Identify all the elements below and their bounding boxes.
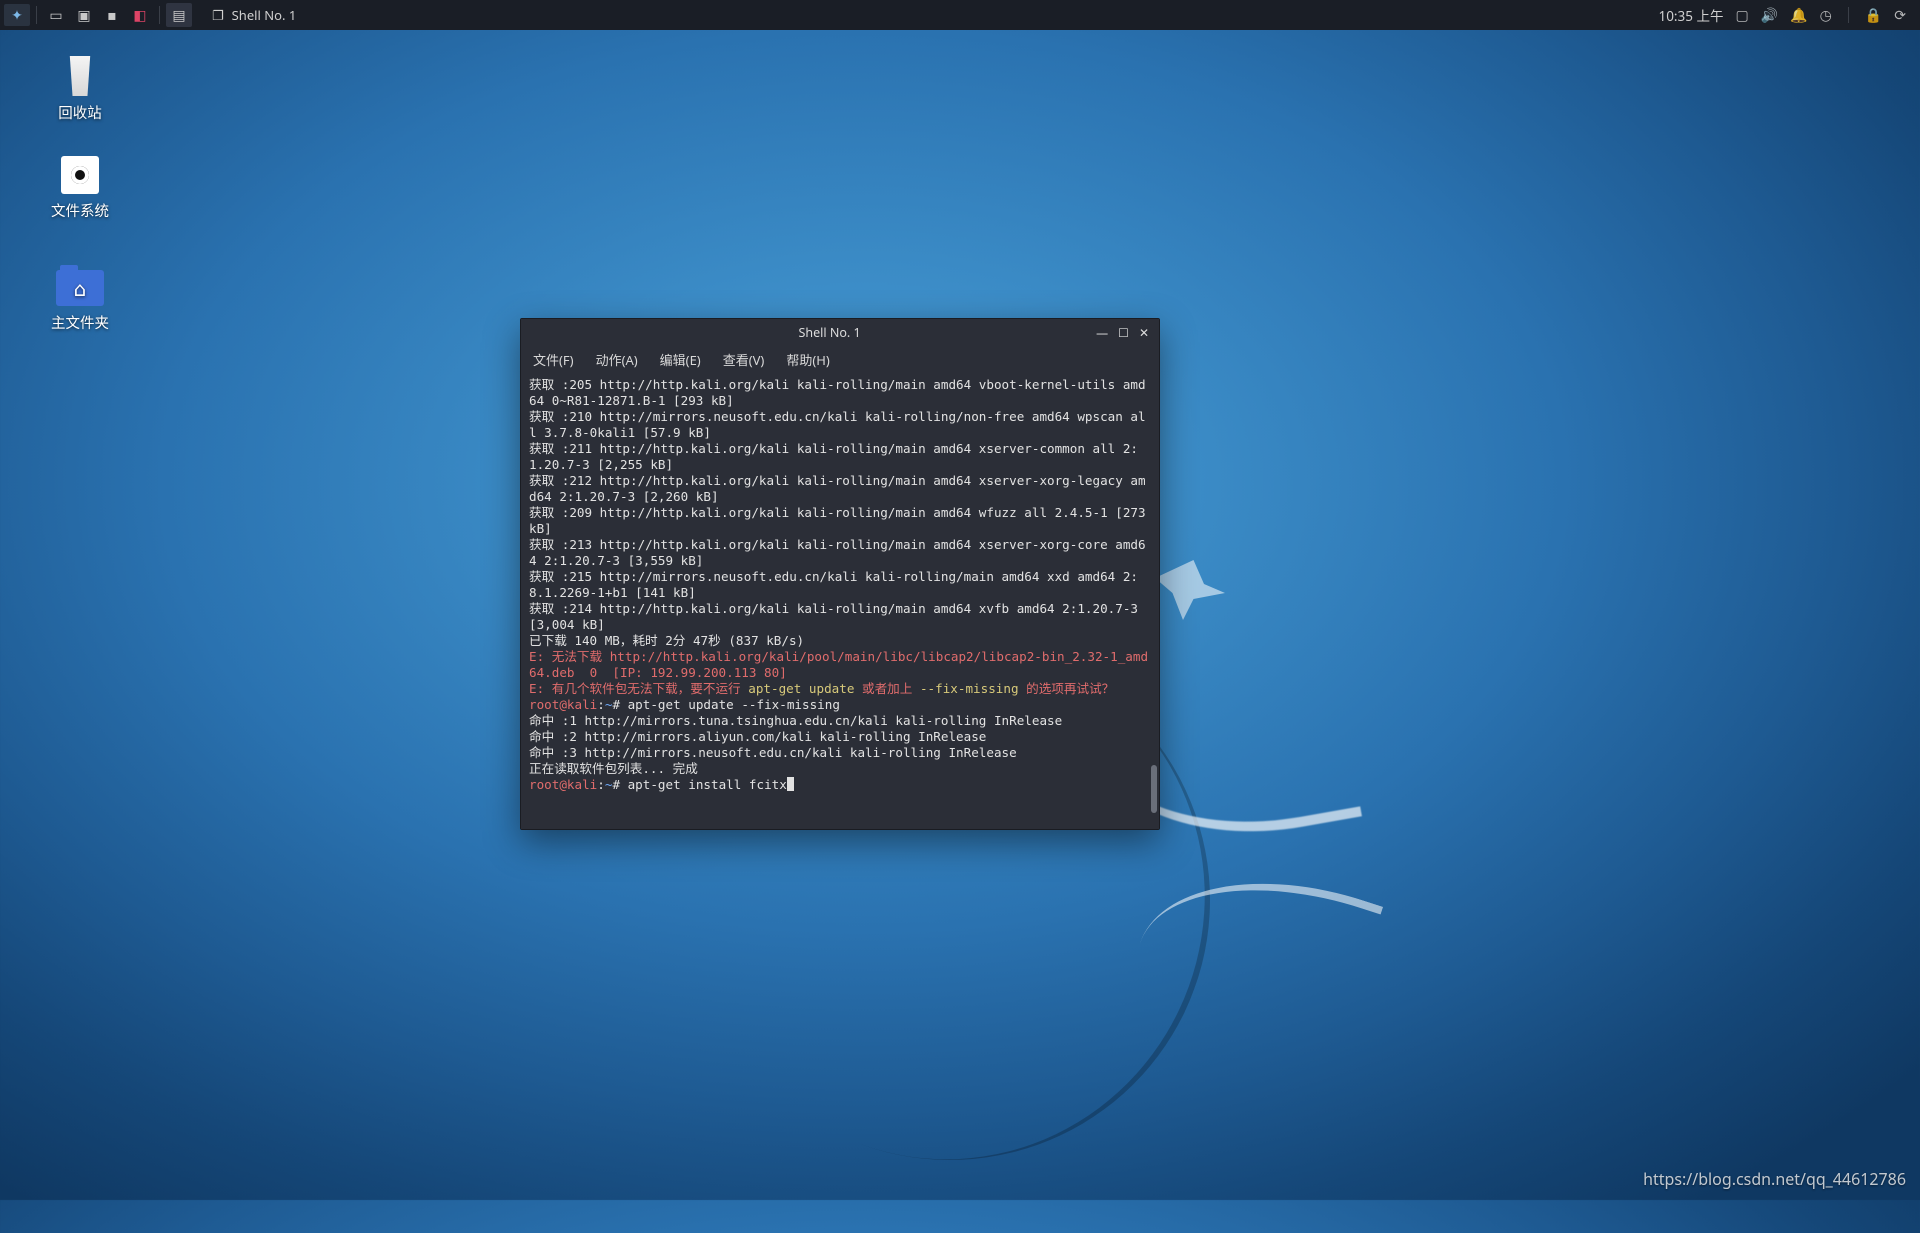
terminal-launcher-icon[interactable]: ▪ [99,4,125,26]
task-active-icon[interactable]: ▤ [166,3,192,27]
desktop-trash[interactable]: 回收站 [30,50,130,123]
menu-help[interactable]: 帮助(H) [786,350,829,369]
notification-icon[interactable]: 🔔 [1790,6,1807,25]
term-line: 获取 :210 http://mirrors.neusoft.edu.cn/ka… [529,409,1146,440]
kali-menu-icon[interactable]: ✦ [4,4,30,26]
terminal-titlebar[interactable]: Shell No. 1 — ☐ ✕ [521,319,1159,345]
wallpaper-decoration [1155,560,1225,620]
lock-icon[interactable]: 🔒 [1865,6,1882,25]
term-line: 命中 :1 http://mirrors.tuna.tsinghua.edu.c… [529,713,1062,728]
term-line-error: E: 有几个软件包无法下载，要不运行 [529,681,748,696]
logout-icon[interactable]: ⟳ [1894,6,1906,25]
minimize-button[interactable]: — [1096,324,1108,341]
watermark: https://blog.csdn.net/qq_44612786 [1643,1168,1906,1190]
terminal-menubar: 文件(F) 动作(A) 编辑(E) 查看(V) 帮助(H) [521,345,1159,373]
menu-view[interactable]: 查看(V) [723,350,765,369]
desktop-home[interactable]: 主文件夹 [30,262,130,333]
taskbar-entry[interactable]: ❐ Shell No. 1 [204,3,320,27]
volume-icon[interactable]: 🔊 [1761,6,1778,25]
prompt-user: root@kali [529,697,597,712]
close-button[interactable]: ✕ [1139,324,1149,341]
term-line: 获取 :209 http://http.kali.org/kali kali-r… [529,505,1153,536]
app-launcher-icon[interactable]: ◧ [127,4,153,26]
display-icon[interactable]: ▢ [1736,6,1749,25]
term-line: 获取 :212 http://http.kali.org/kali kali-r… [529,473,1146,504]
desktop-home-label: 主文件夹 [30,312,130,333]
term-line: 获取 :214 http://http.kali.org/kali kali-r… [529,601,1146,632]
menu-edit[interactable]: 编辑(E) [660,350,701,369]
terminal-body[interactable]: 获取 :205 http://http.kali.org/kali kali-r… [521,373,1159,829]
terminal-icon: ❐ [212,6,224,24]
term-hint: apt-get update [748,681,854,696]
panel-separator [159,6,160,24]
menu-actions[interactable]: 动作(A) [596,350,638,369]
window-buttons: — ☐ ✕ [1086,324,1159,341]
terminal-cursor [787,777,794,791]
term-line: 命中 :2 http://mirrors.aliyun.com/kali kal… [529,729,986,744]
filesystem-icon [61,156,99,194]
trash-icon [63,56,97,96]
maximize-button[interactable]: ☐ [1118,324,1129,341]
term-line-error: E: 无法下载 http://http.kali.org/kali/pool/m… [529,649,1148,680]
term-line: 获取 :213 http://http.kali.org/kali kali-r… [529,537,1146,568]
term-line: 获取 :215 http://mirrors.neusoft.edu.cn/ka… [529,569,1138,600]
prompt-cmd: # apt-get install fcitx [612,777,786,792]
scrollbar-thumb[interactable] [1151,765,1157,813]
term-line: 已下载 140 MB，耗时 2分 47秒 (837 kB/s) [529,633,804,648]
wallpaper-decoration [1137,839,1383,1021]
menu-file[interactable]: 文件(F) [533,350,574,369]
top-panel: ✦ ▭ ▣ ▪ ◧ ▤ ❐ Shell No. 1 10:35 上午 ▢ 🔊 🔔… [0,0,1920,30]
panel-separator [36,6,37,24]
prompt-sep: : [597,697,605,712]
system-tray: 10:35 上午 ▢ 🔊 🔔 ◷ 🔒 ⟳ [1658,5,1920,25]
terminal-window[interactable]: Shell No. 1 — ☐ ✕ 文件(F) 动作(A) 编辑(E) 查看(V… [520,318,1160,830]
term-line: 获取 :211 http://http.kali.org/kali kali-r… [529,441,1138,472]
term-line-error: 或者加上 [854,681,920,696]
prompt-user: root@kali [529,777,597,792]
term-line: 命中 :3 http://mirrors.neusoft.edu.cn/kali… [529,745,1017,760]
desktop-trash-label: 回收站 [30,102,130,123]
term-line-error: 的选项再试试？ [1019,681,1115,696]
desktop-filesystem[interactable]: 文件系统 [30,156,130,221]
show-desktop-icon[interactable]: ▭ [43,4,69,26]
term-line: 获取 :205 http://http.kali.org/kali kali-r… [529,377,1146,408]
power-icon[interactable]: ◷ [1820,6,1832,25]
home-folder-icon [56,270,104,306]
panel-launchers: ✦ ▭ ▣ ▪ ◧ ▤ [0,3,192,27]
prompt-sep: : [597,777,605,792]
term-hint: --fix-missing [920,681,1019,696]
tray-separator [1848,7,1849,23]
file-manager-icon[interactable]: ▣ [71,4,97,26]
term-line: 正在读取软件包列表... 完成 [529,761,698,776]
terminal-title: Shell No. 1 [573,324,1086,341]
clock[interactable]: 10:35 上午 [1658,5,1723,25]
taskbar-title: Shell No. 1 [232,6,297,24]
desktop-filesystem-label: 文件系统 [30,200,130,221]
prompt-cmd: # apt-get update --fix-missing [612,697,839,712]
